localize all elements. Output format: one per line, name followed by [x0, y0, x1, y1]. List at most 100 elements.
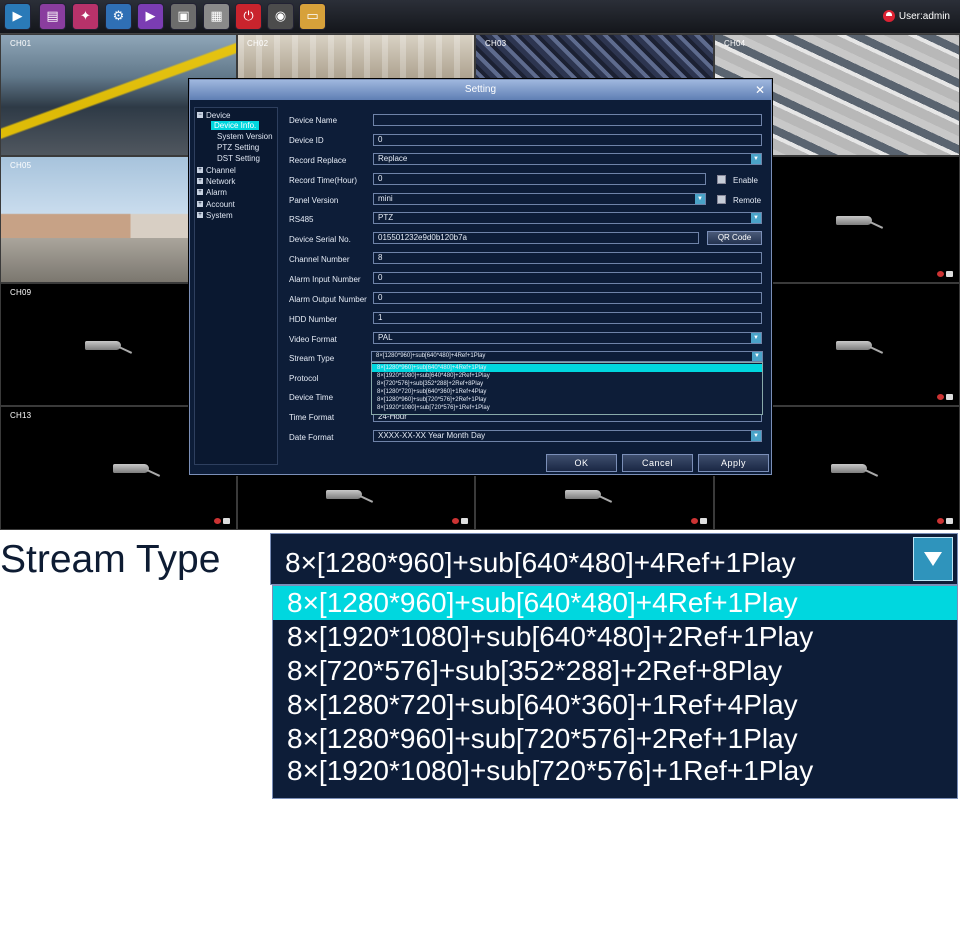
chevron-down-icon[interactable]: ▼: [751, 154, 761, 164]
close-icon[interactable]: ✕: [755, 80, 765, 100]
stream-option[interactable]: 8×[1280*720]+sub[640*360]+1Ref+4Play: [372, 388, 762, 396]
chevron-down-icon[interactable]: ▼: [695, 194, 705, 204]
channel-number-label: Channel Number: [289, 255, 350, 264]
playback-film-icon[interactable]: ▤: [39, 3, 66, 30]
zoom-stream-option[interactable]: 8×[1280*960]+sub[720*576]+2Ref+1Play: [273, 722, 957, 756]
chevron-down-icon[interactable]: [913, 537, 953, 581]
camera-placeholder-icon: [836, 215, 884, 229]
zoom-stream-type-label: Stream Type: [0, 538, 221, 581]
alarm-output-field[interactable]: 0: [373, 292, 762, 304]
channel-label: CH09: [10, 288, 32, 297]
settings-gear-icon[interactable]: ⚙: [105, 3, 132, 30]
channel-label: CH05: [10, 161, 32, 170]
user-indicator[interactable]: User:admin: [882, 10, 950, 22]
stream-type-dropdown-list: 8×[1280*960]+sub[640*480]+4Ref+1Play 8×[…: [371, 362, 763, 415]
ok-button[interactable]: OK: [546, 454, 617, 472]
stream-option[interactable]: 8×[1920*1080]+sub[720*576]+1Ref+1Play: [372, 404, 762, 412]
dvr-screen: ▶ ▤ ✦ ⚙ ▶ ▣ ▦ ⏻ ◉ ▭ User:admin CH01 CH02…: [0, 0, 960, 530]
play-icon[interactable]: ▶: [137, 3, 164, 30]
channel-number-input[interactable]: 8: [373, 252, 762, 264]
tree-label: Device: [206, 110, 231, 120]
camera-placeholder-icon: [564, 490, 612, 503]
record-time-input[interactable]: 0: [373, 173, 706, 185]
panel-version-select[interactable]: mini ▼: [373, 193, 706, 205]
chevron-down-icon[interactable]: ▼: [751, 333, 761, 343]
expand-icon[interactable]: +: [197, 212, 203, 218]
camera-cell-ch08[interactable]: [772, 156, 960, 283]
tree-item-dst-setting[interactable]: DST Setting: [217, 153, 260, 163]
select-value: PTZ: [378, 213, 394, 222]
select-value: PAL: [378, 333, 393, 342]
camera-cell-ch09[interactable]: CH09: [0, 283, 190, 406]
serial-input[interactable]: 015501232e9d0b120b7a: [373, 232, 699, 244]
power-icon[interactable]: ⏻: [235, 3, 262, 30]
zoom-stream-option[interactable]: 8×[1280*960]+sub[640*480]+4Ref+1Play: [273, 586, 957, 620]
collapse-icon[interactable]: −: [197, 112, 203, 118]
tree-item-device-info[interactable]: Device Info.: [211, 120, 260, 130]
stream-option[interactable]: 8×[1280*960]+sub[640*480]+4Ref+1Play: [372, 364, 762, 372]
alarm-input-label: Alarm Input Number: [289, 275, 361, 284]
zoom-stream-option[interactable]: 8×[1920*1080]+sub[720*576]+1Ref+1Play: [273, 754, 957, 788]
channel-label: CH13: [10, 411, 32, 420]
channel-label: CH04: [724, 39, 746, 48]
zoom-stream-option[interactable]: 8×[1920*1080]+sub[640*480]+2Ref+1Play: [273, 620, 957, 654]
expand-icon[interactable]: +: [197, 201, 203, 207]
tree-item-system[interactable]: + System: [197, 210, 233, 220]
camera-placeholder-icon: [112, 464, 160, 477]
live-view-icon[interactable]: ▶: [4, 3, 31, 30]
zoom-stream-option[interactable]: 8×[720*576]+sub[352*288]+2Ref+8Play: [273, 654, 957, 688]
stream-option[interactable]: 8×[1280*960]+sub[720*576]+2Ref+1Play: [372, 396, 762, 404]
enable-checkbox[interactable]: [717, 175, 726, 184]
camera-snapshot-icon[interactable]: ◉: [267, 3, 294, 30]
tree-label: Account: [206, 199, 235, 209]
tree-item-network[interactable]: + Network: [197, 176, 235, 186]
rs485-label: RS485: [289, 215, 314, 224]
alarm-input-field[interactable]: 0: [373, 272, 762, 284]
save-disk-icon[interactable]: ▣: [170, 3, 197, 30]
date-format-label: Date Format: [289, 433, 334, 442]
device-id-input[interactable]: 0: [373, 134, 762, 146]
video-format-select[interactable]: PAL ▼: [373, 332, 762, 344]
tree-item-account[interactable]: + Account: [197, 199, 235, 209]
record-replace-select[interactable]: Replace ▼: [373, 153, 762, 165]
chevron-down-icon[interactable]: ▼: [751, 431, 761, 441]
qr-code-button[interactable]: QR Code: [707, 231, 762, 245]
tree-item-system-version[interactable]: System Version: [217, 131, 273, 141]
device-name-input[interactable]: [373, 114, 762, 126]
record-status-icon: [937, 271, 953, 277]
stream-type-select[interactable]: 8×[1280*960]+sub[640*480]+4Ref+1Play ▼: [371, 351, 763, 362]
tree-item-device[interactable]: − Device: [197, 110, 230, 120]
chevron-down-icon[interactable]: ▼: [751, 213, 761, 223]
keyboard-icon[interactable]: ▦: [203, 3, 230, 30]
tree-item-alarm[interactable]: + Alarm: [197, 187, 227, 197]
chevron-down-icon[interactable]: ▼: [752, 352, 762, 361]
tree-label: System: [206, 210, 233, 220]
camera-cell-ch12[interactable]: [772, 283, 960, 406]
tree-label: Alarm: [206, 187, 227, 197]
zoom-select-value: 8×[1280*960]+sub[640*480]+4Ref+1Play: [285, 547, 796, 578]
date-format-select[interactable]: XXXX-XX-XX Year Month Day ▼: [373, 430, 762, 442]
expand-icon[interactable]: +: [197, 178, 203, 184]
camera-placeholder-icon: [836, 340, 884, 354]
cancel-button[interactable]: Cancel: [622, 454, 693, 472]
zoom-stream-option[interactable]: 8×[1280*720]+sub[640*360]+1Ref+4Play: [273, 688, 957, 722]
hdd-number-field[interactable]: 1: [373, 312, 762, 324]
tree-item-channel[interactable]: + Channel: [197, 165, 236, 175]
alarm-icon[interactable]: ✦: [72, 3, 99, 30]
dialog-title-bar[interactable]: Setting ✕: [190, 80, 771, 100]
folder-icon[interactable]: ▭: [299, 3, 326, 30]
device-id-label: Device ID: [289, 136, 324, 145]
device-time-label: Device Time: [289, 393, 334, 402]
record-replace-label: Record Replace: [289, 156, 347, 165]
stream-option[interactable]: 8×[1920*1080]+sub[640*480]+2Ref+1Play: [372, 372, 762, 380]
select-value: XXXX-XX-XX Year Month Day: [378, 431, 486, 440]
record-status-icon: [691, 518, 707, 524]
apply-button[interactable]: Apply: [698, 454, 769, 472]
remote-checkbox[interactable]: [717, 195, 726, 204]
zoom-stream-type-select[interactable]: 8×[1280*960]+sub[640*480]+4Ref+1Play: [270, 533, 958, 585]
expand-icon[interactable]: +: [197, 167, 203, 173]
expand-icon[interactable]: +: [197, 189, 203, 195]
rs485-select[interactable]: PTZ ▼: [373, 212, 762, 224]
tree-item-ptz-setting[interactable]: PTZ Setting: [217, 142, 259, 152]
stream-option[interactable]: 8×[720*576]+sub[352*288]+2Ref+8Play: [372, 380, 762, 388]
